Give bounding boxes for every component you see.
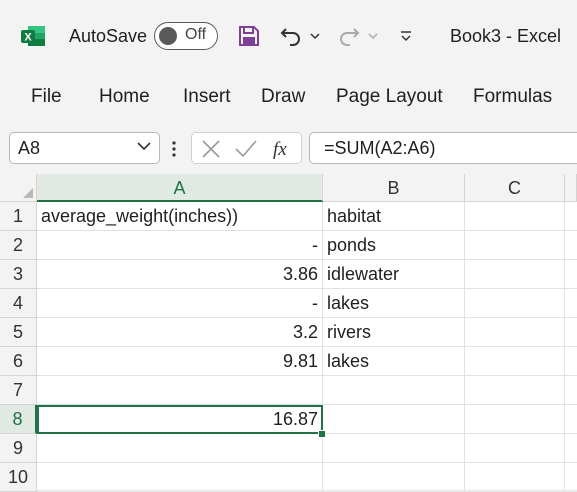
- ribbon-tabs: File Home Insert Draw Page Layout Formul…: [0, 72, 577, 122]
- cell-b1[interactable]: habitat: [323, 202, 465, 231]
- name-box-value: A8: [18, 138, 41, 158]
- svg-text:X: X: [24, 32, 32, 44]
- fill-handle[interactable]: [318, 430, 326, 438]
- toggle-state-label: Off: [185, 26, 207, 43]
- cell-c10[interactable]: [465, 463, 565, 492]
- cell-a3[interactable]: 3.86: [37, 260, 323, 289]
- tab-file[interactable]: File: [31, 86, 62, 108]
- cell-d5[interactable]: [565, 318, 577, 347]
- autosave-toggle[interactable]: Off: [154, 22, 218, 50]
- cell-c6[interactable]: [465, 347, 565, 376]
- cell-a4[interactable]: -: [37, 289, 323, 318]
- cell-d7[interactable]: [565, 376, 577, 405]
- cell-c3[interactable]: [465, 260, 565, 289]
- customize-quick-access-icon: [401, 31, 411, 42]
- cancel-icon[interactable]: [200, 138, 222, 160]
- title-bar: X AutoSave Off Book3 - Excel: [0, 0, 577, 72]
- row-header[interactable]: 2: [0, 231, 37, 260]
- cell-b9[interactable]: [323, 434, 465, 463]
- customize-quick-access-button[interactable]: [396, 22, 416, 50]
- cell-c9[interactable]: [465, 434, 565, 463]
- cell-b8[interactable]: [323, 405, 465, 434]
- redo-button[interactable]: [336, 22, 362, 50]
- row-header[interactable]: 10: [0, 463, 37, 492]
- name-box[interactable]: A8: [9, 132, 160, 164]
- tab-home[interactable]: Home: [99, 86, 150, 108]
- save-icon: [239, 26, 259, 46]
- row-header-selected[interactable]: 8: [0, 405, 37, 434]
- cell-c2[interactable]: [465, 231, 565, 260]
- save-button[interactable]: [236, 22, 262, 50]
- formula-actions: fx: [191, 132, 302, 164]
- tab-insert[interactable]: Insert: [183, 86, 231, 108]
- chevron-down-icon[interactable]: [137, 141, 151, 151]
- cell-d10[interactable]: [565, 463, 577, 492]
- formula-input[interactable]: =SUM(A2:A6): [309, 132, 577, 164]
- redo-dropdown[interactable]: [366, 22, 380, 50]
- cell-d4[interactable]: [565, 289, 577, 318]
- cell-b7[interactable]: [323, 376, 465, 405]
- undo-icon: [280, 28, 300, 46]
- column-header-b[interactable]: B: [323, 174, 465, 202]
- svg-text:fx: fx: [273, 139, 287, 160]
- tab-page-layout[interactable]: Page Layout: [336, 86, 443, 108]
- cell-a10[interactable]: [37, 463, 323, 492]
- select-all-button[interactable]: [0, 174, 37, 202]
- cell-a7[interactable]: [37, 376, 323, 405]
- undo-button[interactable]: [278, 22, 304, 50]
- excel-logo-icon: X: [21, 26, 45, 46]
- cell-c4[interactable]: [465, 289, 565, 318]
- cell-b2[interactable]: ponds: [323, 231, 465, 260]
- formula-bar: A8 fx =SUM(A2:A6): [0, 122, 577, 174]
- row-header[interactable]: 1: [0, 202, 37, 231]
- cell-a5[interactable]: 3.2: [37, 318, 323, 347]
- cell-b5[interactable]: rivers: [323, 318, 465, 347]
- row-header[interactable]: 6: [0, 347, 37, 376]
- tab-draw[interactable]: Draw: [261, 86, 305, 108]
- column-header-d-partial[interactable]: [565, 174, 577, 202]
- cell-c1[interactable]: [465, 202, 565, 231]
- tab-formulas[interactable]: Formulas: [473, 86, 552, 108]
- cell-c8[interactable]: [465, 405, 565, 434]
- cell-d9[interactable]: [565, 434, 577, 463]
- column-header-c[interactable]: C: [465, 174, 565, 202]
- cell-b3[interactable]: idlewater: [323, 260, 465, 289]
- select-all-triangle: [23, 188, 33, 198]
- row-header[interactable]: 7: [0, 376, 37, 405]
- cell-a1[interactable]: average_weight(inches)): [37, 202, 323, 231]
- cell-d8[interactable]: [565, 405, 577, 434]
- column-header-a[interactable]: A: [37, 174, 323, 202]
- cell-d1[interactable]: [565, 202, 577, 231]
- toggle-knob: [159, 27, 177, 45]
- cell-d6[interactable]: [565, 347, 577, 376]
- cell-a6[interactable]: 9.81: [37, 347, 323, 376]
- worksheet-grid: A B C 1 2 3 4 5 6 7 8 9 10 average_weigh…: [0, 174, 577, 492]
- row-header[interactable]: 3: [0, 260, 37, 289]
- chevron-down-icon: [368, 33, 378, 40]
- cell-b6[interactable]: lakes: [323, 347, 465, 376]
- cell-a2[interactable]: -: [37, 231, 323, 260]
- document-title: Book3 - Excel: [450, 26, 562, 46]
- autosave-label: AutoSave: [69, 26, 148, 46]
- row-header[interactable]: 9: [0, 434, 37, 463]
- insert-function-icon[interactable]: fx: [272, 138, 296, 160]
- cell-d3[interactable]: [565, 260, 577, 289]
- cell-b4[interactable]: lakes: [323, 289, 465, 318]
- cell-c7[interactable]: [465, 376, 565, 405]
- more-options-icon[interactable]: [171, 140, 177, 158]
- cell-b10[interactable]: [323, 463, 465, 492]
- undo-dropdown[interactable]: [308, 22, 322, 50]
- cell-c5[interactable]: [465, 318, 565, 347]
- enter-check-icon[interactable]: [234, 138, 258, 160]
- redo-icon: [340, 28, 360, 46]
- row-header[interactable]: 4: [0, 289, 37, 318]
- chevron-down-icon: [310, 33, 320, 40]
- formula-text: =SUM(A2:A6): [324, 138, 436, 158]
- cell-d2[interactable]: [565, 231, 577, 260]
- cell-a8-active[interactable]: 16.87: [37, 405, 323, 434]
- row-header[interactable]: 5: [0, 318, 37, 347]
- cell-a9[interactable]: [37, 434, 323, 463]
